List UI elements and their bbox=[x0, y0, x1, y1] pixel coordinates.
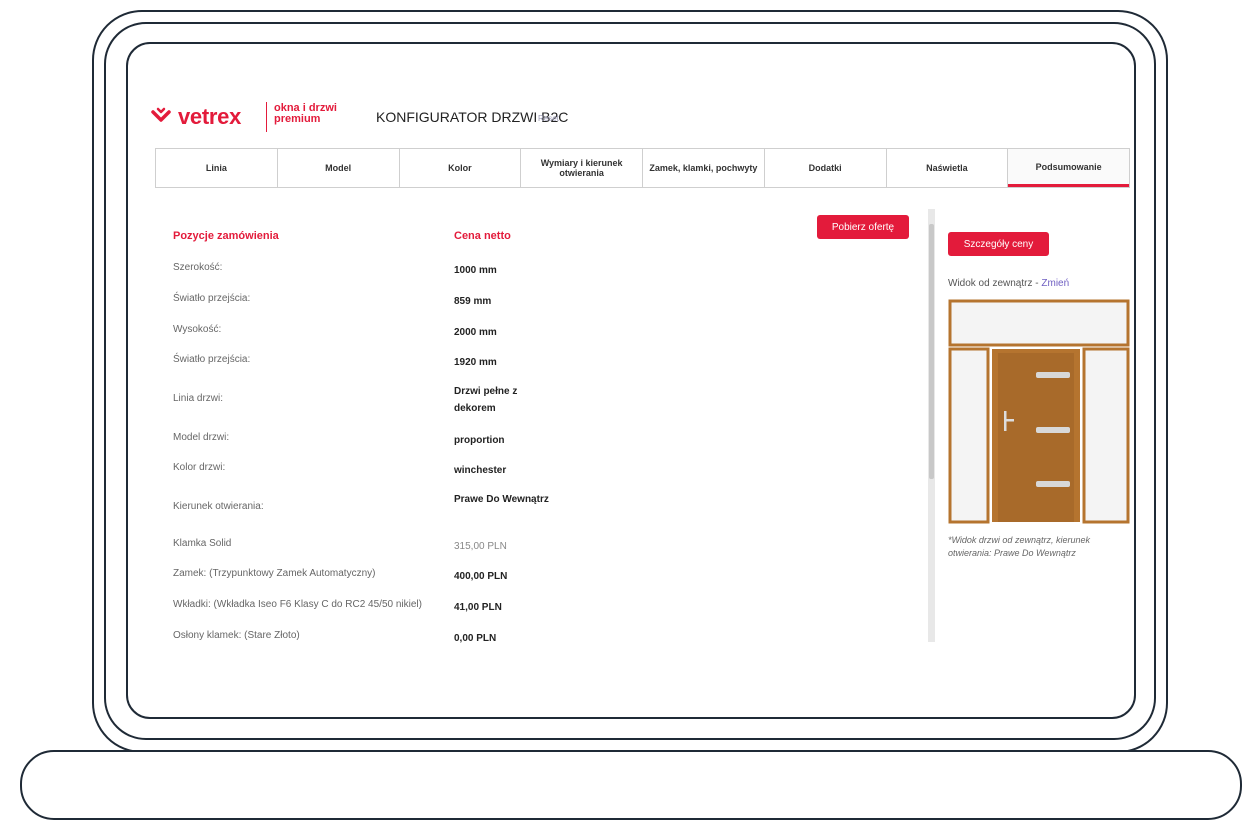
order-row-value: 1920 mm bbox=[454, 357, 497, 368]
tab-podsumowanie[interactable]: Podsumowanie bbox=[1008, 149, 1129, 187]
tab-dodatki[interactable]: Dodatki bbox=[765, 149, 887, 187]
door-decor-strip bbox=[1036, 427, 1070, 433]
order-row-value: winchester bbox=[454, 465, 507, 476]
order-row-value: 2000 mm bbox=[454, 327, 497, 338]
brand-name: vetrex bbox=[178, 104, 242, 129]
laptop-screen: vetrex okna i drzwi premium KONFIGURATOR… bbox=[126, 42, 1136, 719]
column-header-positions: Pozycje zamówienia bbox=[173, 230, 279, 242]
order-row-label: Światło przejścia: bbox=[173, 354, 251, 365]
order-row-value: 859 mm bbox=[454, 296, 492, 307]
view-label-text: Widok od zewnątrz bbox=[948, 278, 1033, 289]
order-row-label: Kolor drzwi: bbox=[173, 462, 226, 473]
order-row-label: Model drzwi: bbox=[173, 432, 230, 443]
order-row-value: 41,00 PLN bbox=[454, 602, 502, 613]
order-row-label: Klamka Solid bbox=[173, 538, 232, 549]
door-decor-strip bbox=[1036, 372, 1070, 378]
order-row-label: Wysokość: bbox=[173, 324, 222, 335]
transom-panel bbox=[948, 299, 1130, 347]
change-view-link[interactable]: Zmień bbox=[1041, 278, 1069, 289]
tab-linia[interactable]: Linia bbox=[156, 149, 278, 187]
laptop-base bbox=[20, 750, 1242, 820]
door-leaf bbox=[998, 353, 1074, 522]
price-details-button[interactable]: Szczegóły ceny bbox=[948, 232, 1049, 256]
order-row-label: Szerokość: bbox=[173, 262, 223, 273]
order-row-value: proportion bbox=[454, 435, 505, 446]
order-row-value: 1000 mm bbox=[454, 265, 497, 276]
brand-tagline-line2: premium bbox=[274, 113, 321, 125]
preview-note: *Widok drzwi od zewnątrz, kierunek otwie… bbox=[948, 535, 1090, 558]
order-row-value: Prawe Do Wewnątrz bbox=[454, 494, 549, 505]
order-row-label: Wkładki: (Wkładka Iseo F6 Klasy C do RC2… bbox=[173, 599, 422, 610]
tab-kolor[interactable]: Kolor bbox=[400, 149, 522, 187]
view-label: Widok od zewnątrz - Zmień bbox=[948, 278, 1069, 289]
order-row-value: 315,00 PLN bbox=[454, 541, 507, 552]
tab-model[interactable]: Model bbox=[278, 149, 400, 187]
order-row-label: Zamek: (Trzypunktowy Zamek Automatyczny) bbox=[173, 568, 376, 579]
vetrex-logo-icon bbox=[151, 107, 171, 122]
order-row-label: Światło przejścia: bbox=[173, 293, 251, 304]
logo-divider bbox=[266, 102, 267, 132]
scrollbar-thumb[interactable] bbox=[929, 224, 934, 479]
reset-link[interactable]: Reset bbox=[538, 114, 559, 123]
brand-tagline: okna i drzwi premium bbox=[274, 103, 337, 125]
configurator-tabs: Linia Model Kolor Wymiary i kierunek otw… bbox=[155, 148, 1130, 188]
tab-naswietla[interactable]: Naświetla bbox=[887, 149, 1009, 187]
order-row-label: Osłony klamek: (Stare Złoto) bbox=[173, 630, 300, 641]
left-sidelight bbox=[948, 347, 990, 524]
right-sidelight bbox=[1082, 347, 1130, 524]
door-decor-strip bbox=[1036, 481, 1070, 487]
order-row-value: 0,00 PLN bbox=[454, 633, 497, 644]
tab-wymiary[interactable]: Wymiary i kierunek otwierania bbox=[521, 149, 643, 187]
door-handle-lever bbox=[1004, 419, 1014, 422]
tab-zamek[interactable]: Zamek, klamki, pochwyty bbox=[643, 149, 765, 187]
door-preview-image bbox=[948, 299, 1130, 524]
order-row-label: Kierunek otwierania: bbox=[173, 501, 264, 512]
download-offer-button[interactable]: Pobierz ofertę bbox=[817, 215, 909, 239]
order-row-label: Linia drzwi: bbox=[173, 393, 224, 404]
order-row-value: Drzwi pełne z dekorem bbox=[454, 386, 518, 414]
order-row-value: 400,00 PLN bbox=[454, 571, 508, 582]
column-header-net-price: Cena netto bbox=[454, 230, 511, 242]
